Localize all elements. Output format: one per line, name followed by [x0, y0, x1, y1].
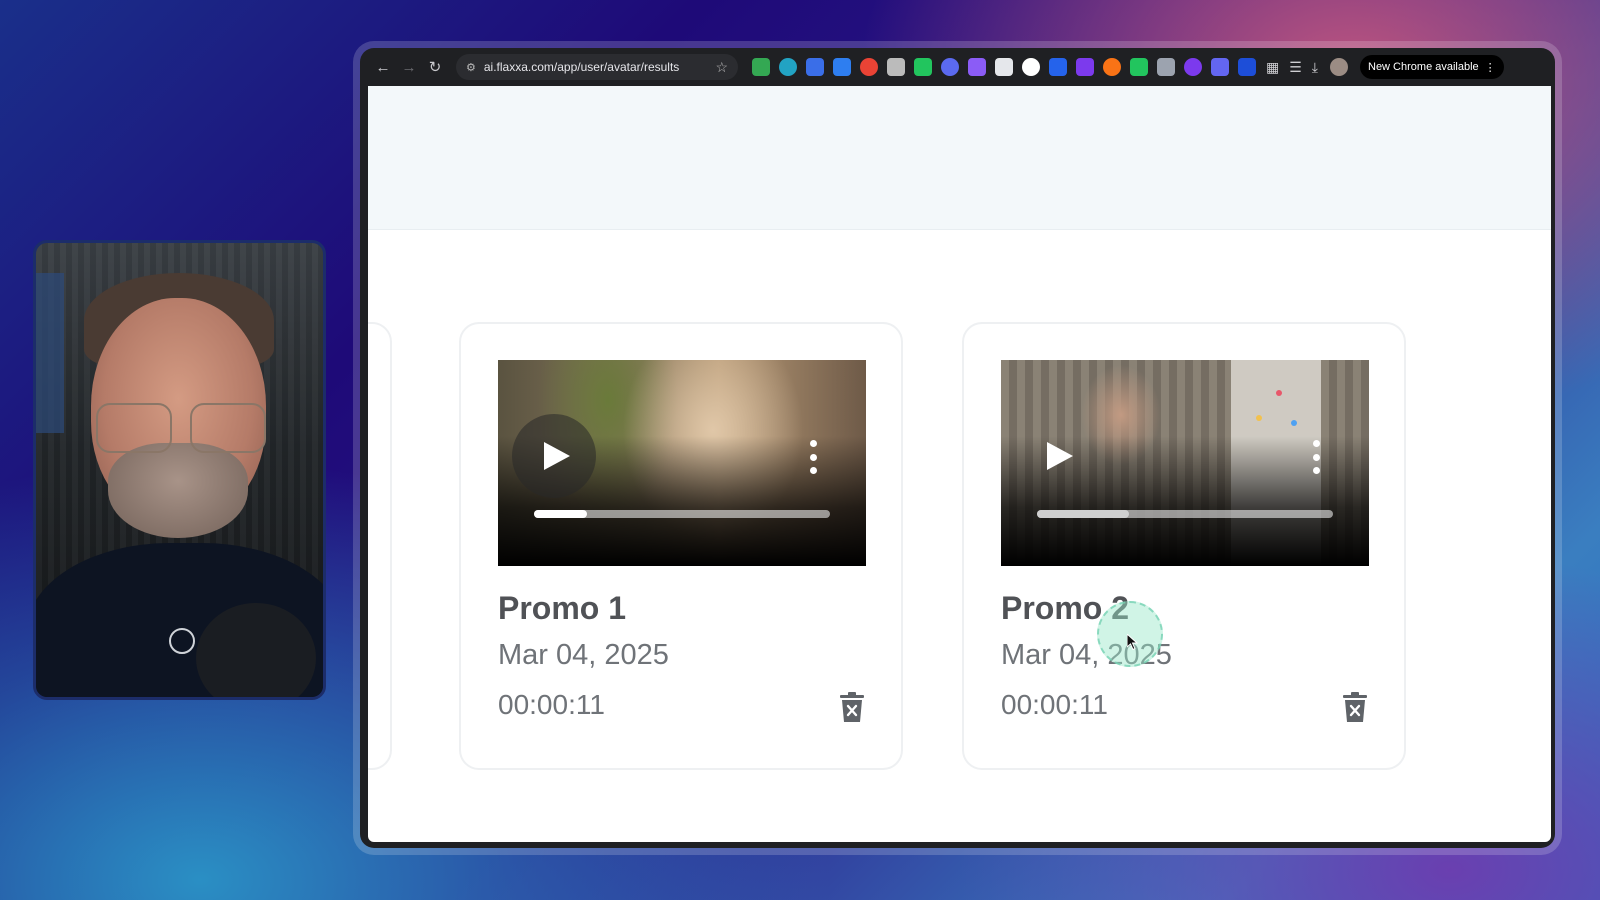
zipper-ring: [169, 628, 195, 654]
browser-extension-icon[interactable]: [1076, 58, 1094, 76]
address-bar[interactable]: ⚙ ai.flaxxa.com/app/user/avatar/results …: [456, 54, 738, 80]
play-icon: [544, 442, 570, 470]
browser-toolbar: ← → ↻ ⚙ ai.flaxxa.com/app/user/avatar/re…: [360, 48, 1555, 86]
video-options-menu-icon[interactable]: [806, 440, 820, 474]
mouse-cursor-icon: [1127, 634, 1139, 650]
forward-arrow-icon[interactable]: →: [396, 59, 422, 76]
play-button[interactable]: [1015, 414, 1099, 498]
delete-trash-icon[interactable]: [1342, 692, 1368, 722]
browser-extension-icon[interactable]: [887, 58, 905, 76]
video-card-partial: [368, 322, 392, 770]
browser-extension-icon[interactable]: [1049, 58, 1067, 76]
play-button[interactable]: [512, 414, 596, 498]
kebab-menu-icon[interactable]: ⋮: [1485, 61, 1496, 74]
browser-window: ← → ↻ ⚙ ai.flaxxa.com/app/user/avatar/re…: [360, 48, 1555, 848]
browser-extension-icon[interactable]: [968, 58, 986, 76]
profile-avatar[interactable]: [1330, 58, 1348, 76]
browser-extension-icon[interactable]: [1130, 58, 1148, 76]
media-controls-icon[interactable]: ☰: [1289, 59, 1302, 76]
video-card: Promo 1 Mar 04, 2025 00:00:11: [459, 322, 903, 770]
address-url[interactable]: ai.flaxxa.com/app/user/avatar/results: [484, 60, 716, 74]
video-thumbnail[interactable]: [498, 360, 866, 566]
webcam-background-panel: [36, 273, 64, 433]
download-icon[interactable]: ⤓: [1312, 59, 1318, 76]
back-arrow-icon[interactable]: ←: [370, 59, 396, 76]
page-viewport: Promo 1 Mar 04, 2025 00:00:11 Promo 2 Ma…: [368, 86, 1551, 842]
site-settings-icon[interactable]: ⚙: [466, 61, 476, 74]
video-progress-fill: [534, 510, 588, 518]
browser-extension-icon[interactable]: [995, 58, 1013, 76]
browser-extension-icon[interactable]: [1238, 58, 1256, 76]
browser-extension-icon[interactable]: [941, 58, 959, 76]
browser-extension-icon[interactable]: [1103, 58, 1121, 76]
video-thumbnail[interactable]: [1001, 360, 1369, 566]
browser-extension-icon[interactable]: [752, 58, 770, 76]
browser-extension-icon[interactable]: [1184, 58, 1202, 76]
webcam-overlay: [33, 240, 326, 700]
browser-extension-icon[interactable]: [779, 58, 797, 76]
browser-extension-icon[interactable]: [860, 58, 878, 76]
reload-icon[interactable]: ↻: [422, 58, 448, 76]
bookmark-star-icon[interactable]: ☆: [715, 59, 728, 76]
video-options-menu-icon[interactable]: [1309, 440, 1323, 474]
video-card: Promo 2 Mar 04, 2025 00:00:11: [962, 322, 1406, 770]
puzzle-extensions-icon[interactable]: ▦: [1266, 59, 1279, 76]
video-title: Promo 1: [498, 590, 627, 626]
browser-extension-icon[interactable]: [1022, 58, 1040, 76]
browser-extension-icon[interactable]: [833, 58, 851, 76]
video-duration: 00:00:11: [498, 689, 605, 720]
browser-extension-icon[interactable]: [914, 58, 932, 76]
video-progress-bar[interactable]: [1037, 510, 1333, 518]
page-header-band: [368, 86, 1551, 230]
delete-trash-icon[interactable]: [839, 692, 865, 722]
browser-extension-icon[interactable]: [1157, 58, 1175, 76]
chrome-update-label: New Chrome available: [1368, 61, 1479, 73]
video-date: Mar 04, 2025: [498, 639, 669, 671]
browser-extension-icon[interactable]: [806, 58, 824, 76]
browser-extension-icon[interactable]: [1211, 58, 1229, 76]
video-progress-fill: [1037, 510, 1129, 518]
presenter-glasses: [96, 403, 266, 453]
presenter-beard: [108, 443, 248, 538]
video-duration: 00:00:11: [1001, 689, 1108, 720]
video-progress-bar[interactable]: [534, 510, 830, 518]
play-icon: [1047, 442, 1073, 470]
chrome-update-button[interactable]: New Chrome available ⋮: [1360, 55, 1504, 79]
extensions-row: [752, 58, 1256, 76]
